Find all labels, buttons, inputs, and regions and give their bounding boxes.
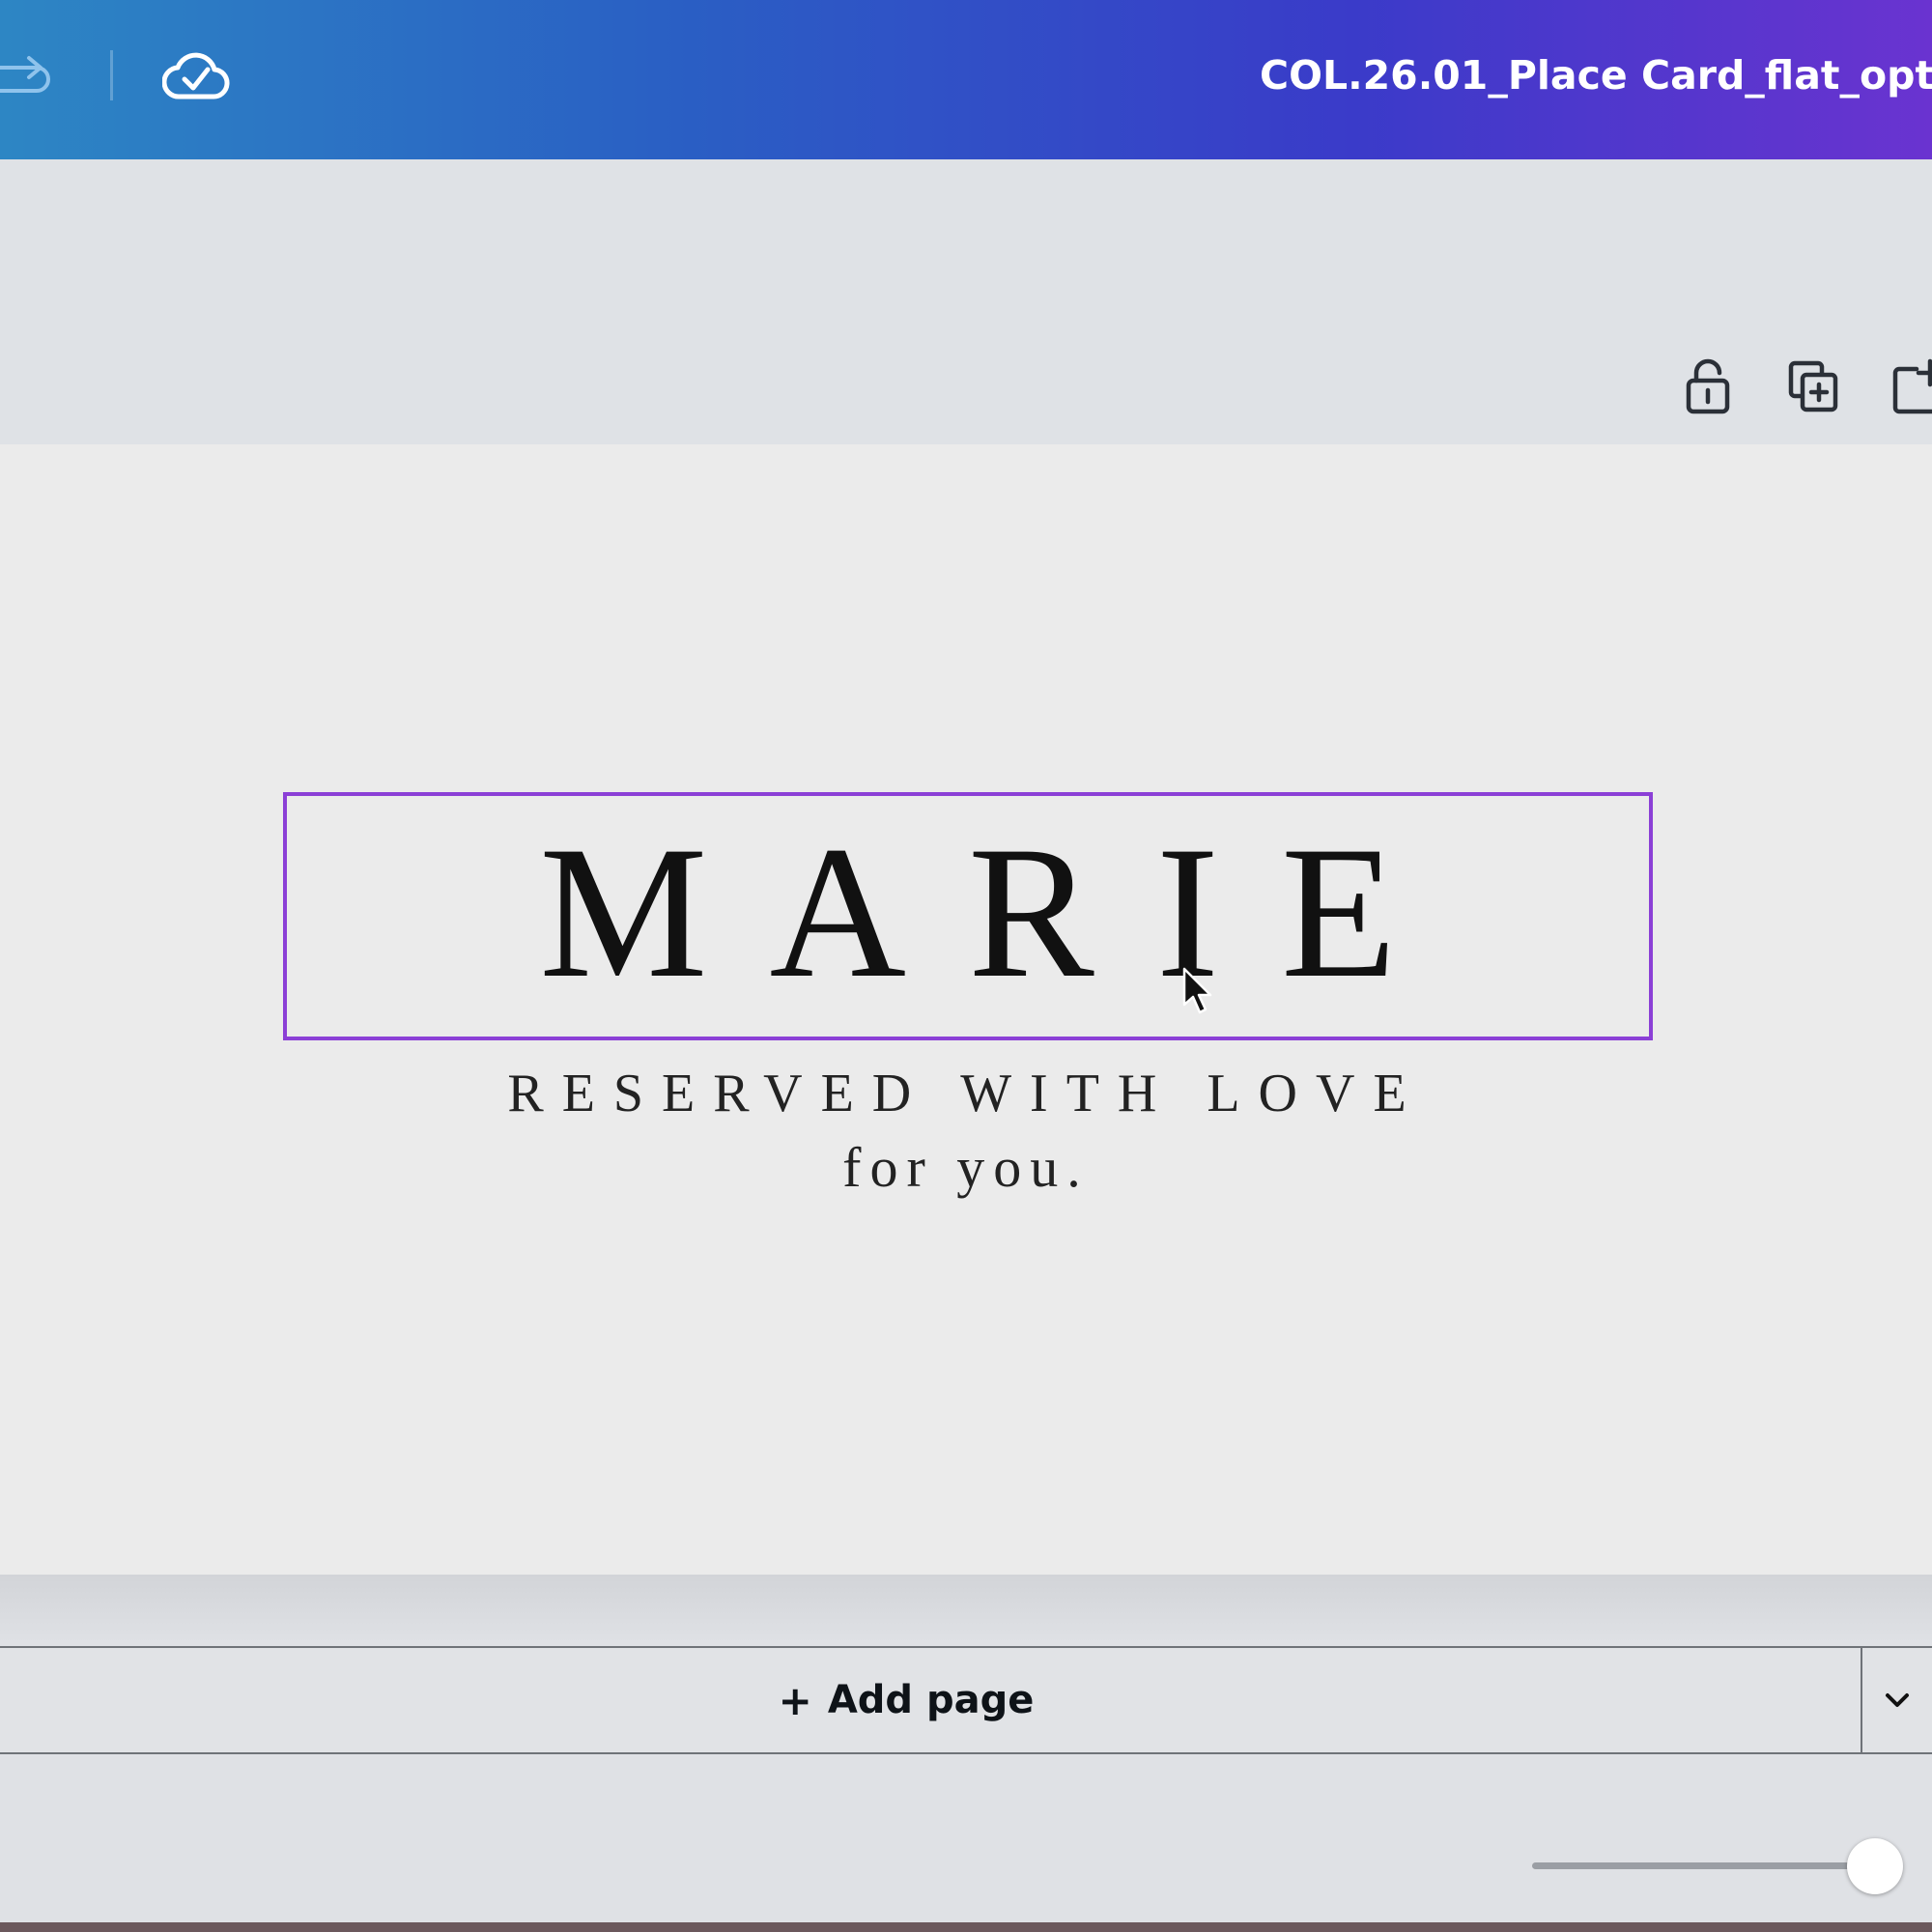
zoom-slider-thumb[interactable] xyxy=(1847,1838,1903,1894)
guest-name-text[interactable]: MARIE xyxy=(283,811,1653,1014)
redo-icon[interactable] xyxy=(0,46,56,106)
document-title[interactable]: COL.26.01_Place Card_flat_option xyxy=(1260,52,1932,99)
canvas-shadow xyxy=(0,1575,1932,1642)
add-page-icon[interactable] xyxy=(1891,357,1932,415)
page-toolbar xyxy=(0,159,1932,444)
for-you-text[interactable]: for you. xyxy=(580,1135,1352,1200)
editor-header: COL.26.01_Place Card_flat_option xyxy=(0,0,1932,159)
bottom-status-bar xyxy=(0,1754,1932,1922)
plus-icon: + xyxy=(778,1676,812,1724)
zoom-slider-track[interactable] xyxy=(1532,1862,1880,1869)
duplicate-page-icon[interactable] xyxy=(1787,357,1841,415)
reserved-with-love-text[interactable]: RESERVED WITH LOVE xyxy=(386,1063,1546,1124)
lock-icon[interactable] xyxy=(1681,357,1735,415)
window-bottom-edge xyxy=(0,1922,1932,1932)
cloud-check-icon[interactable] xyxy=(161,46,230,104)
expand-pages-button[interactable] xyxy=(1862,1646,1932,1754)
header-divider xyxy=(110,50,113,100)
add-page-label: Add page xyxy=(827,1678,1035,1722)
add-page-button[interactable]: + Add page xyxy=(0,1646,1862,1754)
mouse-pointer-icon xyxy=(1181,966,1214,1020)
chevron-down-icon xyxy=(1886,1693,1909,1707)
